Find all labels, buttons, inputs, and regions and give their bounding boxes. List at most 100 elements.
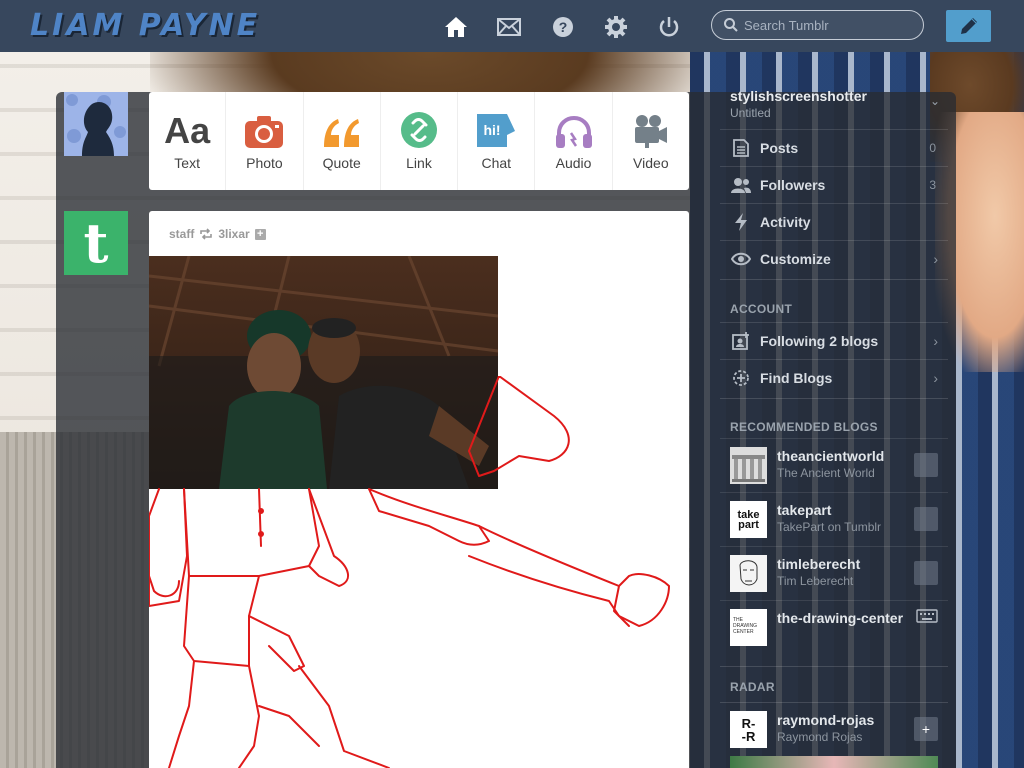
post-type-label: Audio (555, 155, 592, 171)
chevron-right-icon: › (933, 251, 938, 267)
sidebar-item-label: Followers (760, 177, 826, 193)
eye-icon (730, 248, 752, 270)
quote-icon (322, 111, 362, 149)
post-author[interactable]: staff (169, 227, 194, 241)
post-type-label: Quote (322, 155, 361, 171)
followers-icon (730, 174, 752, 196)
video-camera-icon (633, 111, 669, 149)
reblog-icon (199, 228, 213, 240)
chevron-down-icon[interactable]: ⌄ (930, 94, 940, 108)
followers-count: 3 (929, 178, 936, 192)
post-type-link[interactable]: Link (381, 92, 459, 190)
blog-title[interactable]: LIAM PAYNE (30, 8, 260, 43)
radar-post-preview[interactable] (730, 756, 938, 768)
post-type-chat[interactable]: hi! Chat (458, 92, 536, 190)
blog-thumbnail: THE DRAWING CENTER (730, 609, 767, 646)
sidebar-item-customize[interactable]: Customize › (720, 240, 948, 277)
divider (720, 398, 948, 399)
blog-name: timleberecht (777, 556, 861, 572)
recommended-blog[interactable]: THE DRAWING CENTER the-drawing-center (720, 600, 948, 655)
headphones-icon (554, 111, 594, 149)
posts-count: 0 (929, 141, 936, 155)
svg-text:?: ? (559, 19, 568, 35)
recommended-blog[interactable]: take part takepart TakePart on Tumblr (720, 492, 948, 547)
help-icon[interactable]: ? (551, 15, 575, 39)
sidebar-item-followers[interactable]: Followers 3 (720, 166, 948, 203)
mail-icon[interactable] (497, 15, 521, 39)
sidebar-item-label: Activity (760, 214, 811, 230)
divider (720, 666, 948, 667)
search-field[interactable] (711, 10, 924, 40)
post-type-audio[interactable]: Audio (535, 92, 613, 190)
gear-icon[interactable] (604, 15, 628, 39)
post-type-quote[interactable]: Quote (304, 92, 381, 190)
power-icon[interactable] (657, 15, 681, 39)
blog-name: the-drawing-center (777, 610, 904, 626)
account-subtitle: Untitled (730, 106, 771, 120)
reblogged-from[interactable]: 3lixar (218, 227, 249, 241)
sidebar-item-activity[interactable]: Activity (720, 203, 948, 240)
follow-button[interactable] (914, 561, 938, 585)
keyboard-icon[interactable] (916, 609, 938, 628)
blog-thumbnail (730, 447, 767, 484)
text-icon: Aa (164, 110, 211, 151)
blog-title: Raymond Rojas (777, 730, 863, 744)
post-type-label: Chat (481, 155, 512, 171)
blog-thumbnail: R- -R (730, 711, 767, 748)
compose-button[interactable] (946, 10, 991, 42)
pencil-icon (959, 16, 979, 36)
blog-title: TakePart on Tumblr (777, 520, 882, 534)
sidebar-item-label: Find Blogs (760, 370, 833, 386)
blog-name: takepart (777, 502, 832, 518)
post-type-text[interactable]: Aa Text (149, 92, 227, 190)
blog-title: The Ancient World (777, 466, 875, 480)
chevron-right-icon: › (933, 333, 938, 349)
blog-title: Tim Leberecht (777, 574, 854, 588)
user-avatar[interactable] (64, 92, 128, 156)
posts-icon (730, 137, 752, 159)
follow-button[interactable] (914, 453, 938, 477)
activity-icon (730, 211, 752, 233)
follow-button[interactable] (914, 507, 938, 531)
recommended-section-title: RECOMMENDED BLOGS (730, 420, 878, 434)
home-icon[interactable] (444, 15, 468, 39)
follow-button[interactable]: + (914, 717, 938, 741)
search-icon (724, 18, 738, 32)
account-header[interactable]: stylishscreenshotter Untitled ⌄ (730, 88, 948, 120)
link-icon (400, 111, 438, 149)
sidebar-item-find-blogs[interactable]: Find Blogs › (720, 359, 948, 396)
sidebar-item-following[interactable]: Following 2 blogs › (720, 322, 948, 359)
blog-thumbnail (730, 555, 767, 592)
post-type-label: Text (174, 155, 200, 171)
tumblr-staff-avatar[interactable]: t (64, 211, 128, 275)
account-section-title: ACCOUNT (730, 302, 793, 316)
search-input[interactable] (738, 16, 916, 34)
post-type-label: Link (406, 155, 432, 171)
radar-section-title: RADAR (730, 680, 775, 694)
post-header: staff 3lixar + (169, 227, 266, 241)
dashboard-post: staff 3lixar + (149, 211, 689, 768)
following-icon (730, 330, 752, 352)
top-bar: LIAM PAYNE ? (0, 0, 1024, 52)
svg-text:hi!: hi! (484, 122, 501, 138)
divider (720, 279, 948, 280)
post-type-bar: Aa Text Photo Quote Link hi! Chat Audio (149, 92, 689, 190)
follow-plus-icon[interactable]: + (254, 228, 266, 240)
chevron-right-icon: › (933, 370, 938, 386)
post-type-photo[interactable]: Photo (226, 92, 304, 190)
find-blogs-icon (730, 367, 752, 389)
camera-icon (244, 111, 284, 149)
account-name[interactable]: stylishscreenshotter (730, 88, 948, 104)
sidebar-item-label: Customize (760, 251, 831, 267)
radar-blog[interactable]: R- -R raymond-rojas Raymond Rojas + (720, 702, 948, 757)
chat-icon: hi! (476, 111, 516, 149)
sidebar-item-label: Posts (760, 140, 799, 156)
recommended-blog[interactable]: theancientworld The Ancient World (720, 438, 948, 493)
blog-name: theancientworld (777, 448, 885, 464)
red-line-drawing (149, 376, 670, 768)
post-type-video[interactable]: Video (613, 92, 689, 190)
sidebar-item-posts[interactable]: Posts 0 (720, 129, 948, 166)
sidebar-item-label: Following 2 blogs (760, 333, 879, 349)
recommended-blog[interactable]: timleberecht Tim Leberecht (720, 546, 948, 601)
blog-name: raymond-rojas (777, 712, 875, 728)
